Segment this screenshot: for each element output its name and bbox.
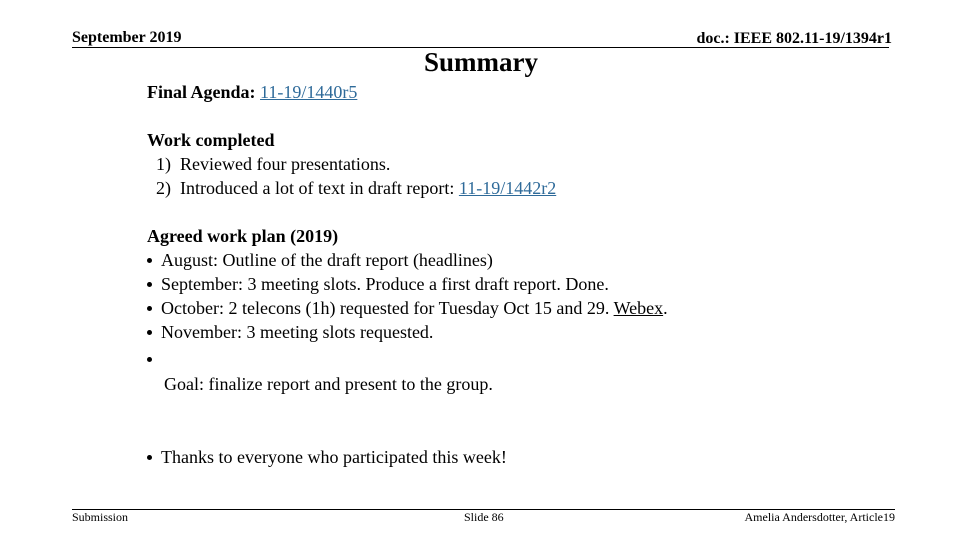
item-text: October: 2 telecons (1h) requested for T… [161,298,610,318]
item-text: November: 3 meeting slots requested. [161,322,434,342]
item-number: 2) [156,178,171,198]
webex-link[interactable]: Webex [614,298,664,318]
work-completed-heading: Work completed [147,130,275,150]
draft-report-link[interactable]: 11-19/1442r2 [459,178,556,198]
bullet-icon [147,455,152,461]
item-text: Reviewed four presentations. [180,154,391,174]
work-plan-item-empty [147,347,161,371]
footer-submission: Submission [72,510,129,524]
header-date: September 2019 [72,29,182,46]
work-plan-item: November: 3 meeting slots requested. [147,320,433,344]
footer-author: Amelia Andersdotter, Article19 [744,510,895,524]
item-suffix: . [663,298,668,318]
item-text: August: Outline of the draft report (hea… [161,250,493,270]
final-agenda-label: Final Agenda: [147,82,256,102]
bullet-icon [147,258,152,264]
final-agenda-link[interactable]: 11-19/1440r5 [260,82,357,102]
work-plan-item: August: Outline of the draft report (hea… [147,248,493,272]
item-text: Introduced a lot of text in draft report… [180,178,455,198]
thanks-text: Thanks to everyone who participated this… [161,447,507,467]
bullet-icon [147,282,152,288]
bullet-icon [147,357,152,363]
header-doc-id: doc.: IEEE 802.11-19/1394r1 [696,30,892,47]
thanks-item: Thanks to everyone who participated this… [147,445,507,469]
bullet-icon [147,306,152,312]
work-completed-item: 1) Reviewed four presentations. [156,152,390,176]
slide-title: Summary [424,47,538,77]
work-completed-item: 2) Introduced a lot of text in draft rep… [156,176,556,200]
item-number: 1) [156,154,171,174]
final-agenda: Final Agenda: 11-19/1440r5 [147,80,357,104]
bullet-icon [147,330,152,336]
work-plan-item: September: 3 meeting slots. Produce a fi… [147,272,609,296]
item-text: September: 3 meeting slots. Produce a fi… [161,274,609,294]
work-plan-heading: Agreed work plan (2019) [147,226,339,246]
work-plan-goal: Goal: finalize report and present to the… [164,374,493,394]
footer-slide-number: Slide 86 [464,510,504,524]
work-plan-item: October: 2 telecons (1h) requested for T… [147,296,668,320]
